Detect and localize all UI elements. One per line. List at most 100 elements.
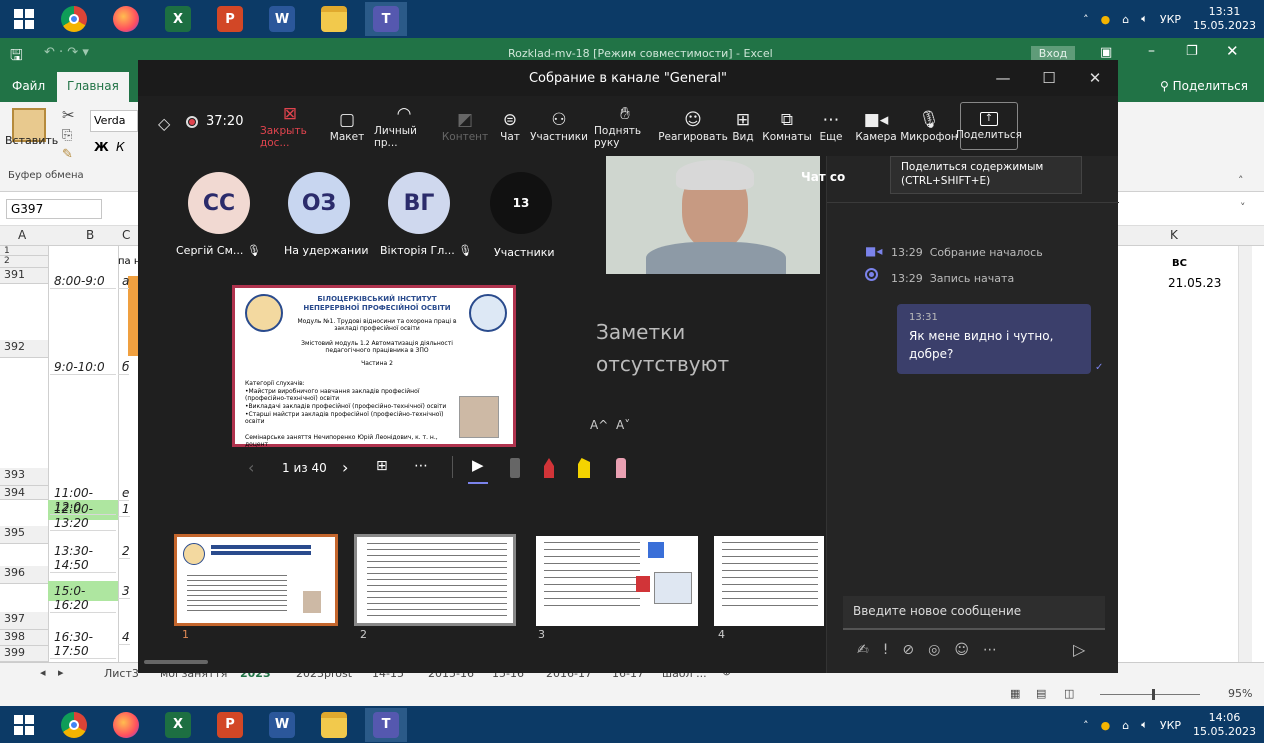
cell[interactable]: 3	[118, 584, 130, 599]
row-header[interactable]: 398	[0, 630, 48, 646]
tab-file[interactable]: Файл	[12, 79, 45, 93]
zoom-slider[interactable]	[1100, 694, 1200, 695]
cell[interactable]: 4	[118, 630, 130, 645]
time-cell[interactable]: 15:0-16:20	[50, 584, 116, 613]
cell[interactable]: 1	[118, 502, 130, 517]
tray-app-icon[interactable]: ●	[1101, 719, 1111, 732]
time-cell[interactable]: 12:00-13:20	[50, 502, 116, 531]
teams-taskbar-button[interactable]: T	[365, 707, 407, 742]
row-header[interactable]: 397	[0, 612, 48, 630]
slide-thumbnail[interactable]	[714, 536, 824, 626]
start-button[interactable]	[0, 0, 48, 38]
laser-pen-icon[interactable]	[510, 458, 520, 478]
row-header[interactable]: 394	[0, 486, 48, 500]
maximize-icon[interactable]: ☐	[1026, 60, 1072, 96]
chat-message[interactable]: 13:31 Як мене видно і чутно, добре?	[897, 304, 1091, 374]
cell[interactable]: 2	[118, 544, 130, 559]
avatar[interactable]: ОЗ	[288, 172, 350, 234]
minimize-icon[interactable]: —	[980, 60, 1026, 96]
header-cell[interactable]: ВС	[1172, 258, 1187, 269]
bold-button[interactable]: Ж	[94, 140, 109, 154]
row-header[interactable]: 392	[0, 340, 48, 358]
row-header[interactable]: 393	[0, 468, 48, 486]
avatar[interactable]: СС	[188, 172, 250, 234]
message-input[interactable]: Введите новое сообщение	[843, 596, 1105, 630]
react-button[interactable]: ☺ Реагировать	[658, 98, 728, 154]
loop-icon[interactable]: ◎	[928, 642, 940, 658]
tray-app-icon[interactable]: ●	[1101, 13, 1111, 26]
increase-font-button[interactable]: A^	[590, 418, 608, 432]
close-icon[interactable]: ✕	[1072, 60, 1118, 96]
layout-button[interactable]: ▢ Макет	[326, 98, 368, 154]
highlighter-icon[interactable]	[578, 458, 590, 478]
slide-thumbnail[interactable]	[536, 536, 698, 626]
chrome-button[interactable]	[53, 708, 95, 742]
format-icon[interactable]: ✍︎	[857, 642, 869, 658]
volume-icon[interactable]: 🔈︎	[1141, 718, 1148, 732]
decrease-font-button[interactable]: A˅	[616, 418, 630, 432]
network-icon[interactable]: ⌂	[1122, 13, 1129, 26]
row-header[interactable]: 1	[0, 246, 48, 256]
col-k-header[interactable]: K	[1170, 228, 1178, 242]
name-box[interactable]: G397	[6, 199, 102, 219]
taskbar-clock[interactable]: 14:06 15.05.2023	[1193, 711, 1256, 739]
tray-chevron-icon[interactable]: ˄	[1083, 13, 1089, 26]
time-cell[interactable]: 8:00-9:0	[50, 274, 116, 289]
col-b-header[interactable]: B	[86, 228, 94, 242]
word-taskbar-button[interactable]: W	[261, 2, 303, 36]
emoji-icon[interactable]: ☺	[954, 642, 969, 658]
camera-button[interactable]: ■◂ Камера	[854, 98, 898, 154]
time-cell[interactable]: 13:30-14:50	[50, 544, 116, 573]
time-cell[interactable]: 16:30-17:50	[50, 630, 116, 659]
cell[interactable]: е	[118, 486, 130, 501]
volume-icon[interactable]: 🔈︎	[1141, 12, 1148, 26]
row-header[interactable]: 391	[0, 268, 48, 284]
language-indicator[interactable]: УКР	[1160, 719, 1181, 732]
explorer-taskbar-button[interactable]	[313, 708, 355, 742]
view-button[interactable]: ⊞ Вид	[726, 98, 760, 154]
copy-icon[interactable]: ⎘	[62, 128, 72, 143]
powerpoint-taskbar-button[interactable]: P	[209, 2, 251, 36]
share-excel-button[interactable]: ⚲ Поделиться	[1160, 79, 1248, 93]
col-a-header[interactable]: A	[18, 228, 26, 242]
start-button[interactable]	[0, 706, 48, 744]
word-taskbar-button[interactable]: W	[261, 708, 303, 742]
row-header[interactable]: 395	[0, 526, 48, 544]
zoom-level[interactable]: 95%	[1228, 687, 1252, 700]
more-button[interactable]: ⋯ Еще	[814, 98, 848, 154]
send-icon[interactable]: ▷	[1073, 640, 1085, 659]
content-button[interactable]: ◩ Контент	[440, 98, 490, 154]
italic-button[interactable]: К	[116, 140, 125, 154]
horizontal-scrollbar[interactable]	[144, 660, 208, 664]
firefox-button[interactable]	[105, 2, 147, 36]
paste-label[interactable]: Вставить	[5, 134, 58, 147]
red-pen-icon[interactable]	[544, 458, 554, 478]
network-icon[interactable]: ⌂	[1122, 719, 1129, 732]
font-name-select[interactable]: Verda	[90, 110, 138, 132]
cell[interactable]: а	[118, 274, 130, 289]
next-slide-icon[interactable]: ›	[342, 458, 348, 477]
stop-sharing-button[interactable]: ⊠ Закрыть дос...	[256, 98, 324, 154]
participants-count-button[interactable]: 13	[490, 172, 552, 234]
slide-thumbnail[interactable]	[354, 534, 516, 626]
slide-thumbnail[interactable]	[174, 534, 338, 626]
excel-taskbar-button[interactable]: X	[157, 2, 199, 36]
page-layout-icon[interactable]: ▤	[1036, 687, 1046, 700]
save-icon[interactable]: 🖫	[10, 45, 23, 70]
prev-slide-icon[interactable]: ‹	[248, 458, 254, 477]
slide-grid-icon[interactable]: ⊞	[376, 458, 388, 474]
participants-button[interactable]: ⚇ Участники	[530, 98, 588, 154]
current-slide[interactable]: БІЛОЦЕРКІВСЬКИЙ ІНСТИТУТ НЕПЕРЕРВНОЇ ПРО…	[232, 285, 516, 448]
vertical-scrollbar[interactable]	[1238, 246, 1252, 662]
col-c-header[interactable]: C	[122, 228, 130, 242]
share-button[interactable]: ↑ Поделиться	[956, 102, 1022, 150]
priority-icon[interactable]: !	[883, 642, 889, 658]
excel-close-icon[interactable]: ✕	[1226, 42, 1239, 60]
presenter-video[interactable]	[606, 156, 820, 274]
tab-home[interactable]: Главная	[57, 72, 129, 102]
microphone-button[interactable]: 🎙︎ Микрофон	[900, 98, 958, 154]
taskbar-clock[interactable]: 13:31 15.05.2023	[1193, 5, 1256, 33]
chrome-button[interactable]	[53, 2, 95, 36]
undo-icon[interactable]: ↶ · ↷ ▾	[44, 45, 89, 60]
raise-hand-button[interactable]: ✋︎ Поднять руку	[590, 98, 660, 154]
